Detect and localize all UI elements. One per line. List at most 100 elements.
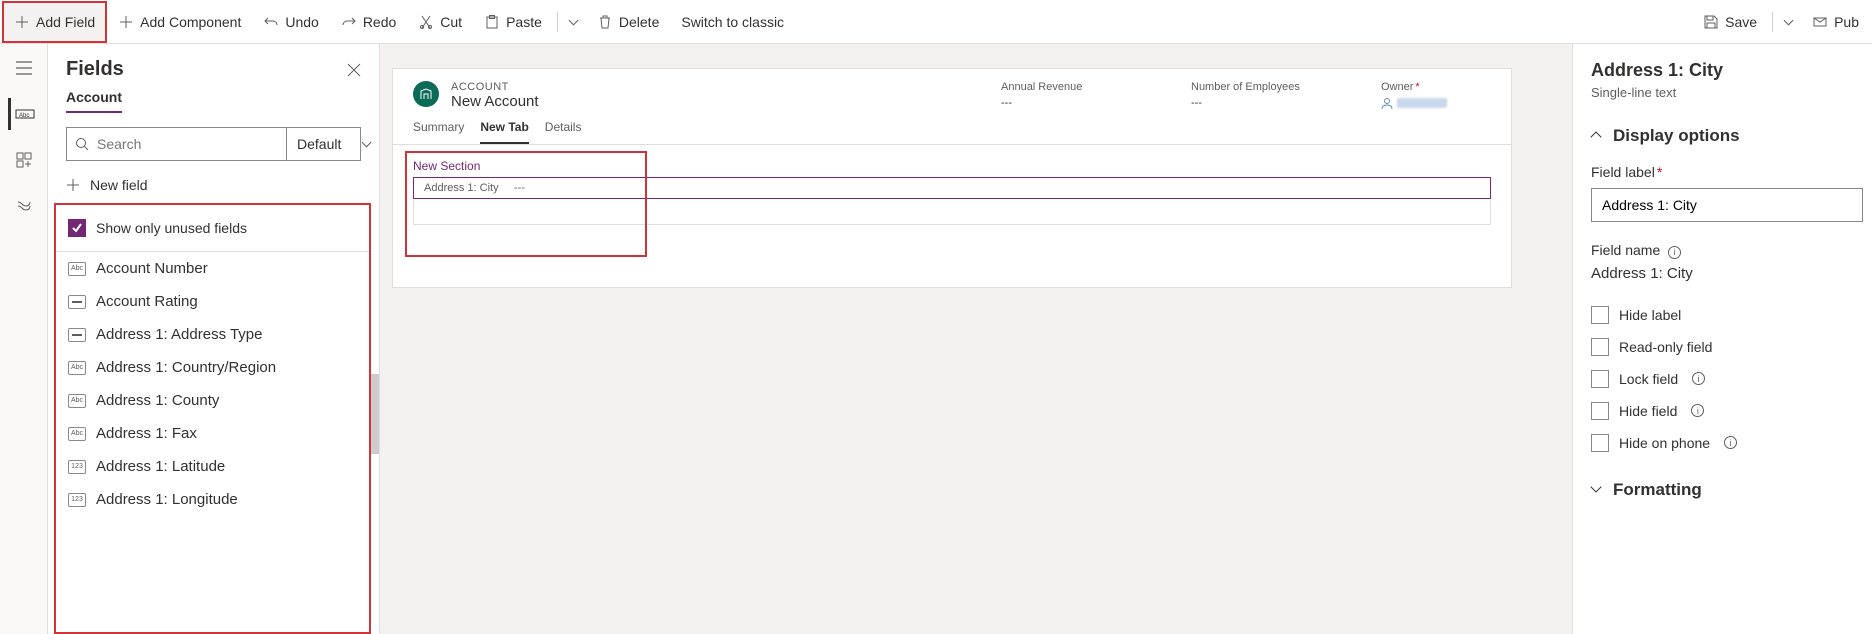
field-item[interactable]: Abc Address 1: County	[56, 384, 369, 417]
form-field-row[interactable]: Address 1: City ---	[413, 177, 1491, 199]
save-more-button[interactable]	[1777, 1, 1801, 43]
field-item-label: Address 1: Address Type	[96, 326, 263, 343]
field-item[interactable]: 123Address 1: Latitude	[56, 450, 369, 483]
rail-tree-button[interactable]	[8, 190, 40, 222]
delete-icon	[597, 14, 613, 30]
cut-button[interactable]: Cut	[407, 1, 473, 43]
rail-fields-button[interactable]: Abc	[8, 98, 40, 130]
required-star-icon: *	[1415, 81, 1419, 93]
field-item-label: Address 1: Fax	[96, 425, 197, 442]
info-icon[interactable]: i	[1692, 372, 1705, 385]
formatting-label: Formatting	[1613, 480, 1702, 500]
close-panel-button[interactable]	[347, 63, 361, 77]
hide-on-phone-checkbox[interactable]: Hide on phone i	[1591, 434, 1872, 452]
text-type-icon: Abc	[68, 394, 86, 408]
field-item[interactable]: Account Rating	[56, 285, 369, 318]
chevron-down-icon	[362, 139, 372, 149]
publish-label: Pub	[1834, 14, 1859, 30]
form-tabs: Summary New Tab Details	[393, 116, 1511, 145]
tab-summary[interactable]: Summary	[413, 120, 464, 144]
field-label-input[interactable]	[1591, 188, 1863, 222]
checkbox-icon	[1591, 402, 1609, 420]
field-item-label: Address 1: County	[96, 392, 219, 409]
paste-label: Paste	[506, 14, 542, 30]
tab-details[interactable]: Details	[545, 120, 582, 144]
header-field[interactable]: Annual Revenue ---	[1001, 81, 1111, 109]
field-item-label: Address 1: Longitude	[96, 491, 238, 508]
info-icon[interactable]: i	[1724, 436, 1737, 449]
header-field-owner[interactable]: Owner*	[1381, 81, 1491, 109]
section-drop-area[interactable]	[413, 199, 1491, 225]
plus-icon	[66, 178, 80, 192]
field-item-label: Account Rating	[96, 293, 198, 310]
search-input[interactable]	[67, 128, 286, 160]
field-item[interactable]: AbcAddress 1: Fax	[56, 417, 369, 450]
paste-more-button[interactable]	[562, 1, 586, 43]
publish-icon	[1812, 14, 1828, 30]
checkbox-icon	[1591, 434, 1609, 452]
publish-button[interactable]: Pub	[1801, 1, 1870, 43]
field-item[interactable]: AbcAddress 1: Country/Region	[56, 351, 369, 384]
rail-hamburger-button[interactable]	[8, 52, 40, 84]
lock-field-checkbox[interactable]: Lock field i	[1591, 370, 1872, 388]
field-item-label: Account Number	[96, 260, 208, 277]
field-item[interactable]: 123Address 1: Longitude	[56, 483, 369, 516]
add-component-button[interactable]: Add Component	[107, 1, 252, 43]
command-bar: Add Field Add Component Undo Redo Cut Pa…	[0, 0, 1872, 44]
owner-value-redacted	[1397, 98, 1447, 108]
info-icon[interactable]: i	[1668, 246, 1681, 259]
filter-dropdown[interactable]: Default	[286, 128, 382, 160]
panel-entity: Account	[66, 89, 122, 113]
left-rail: Abc	[0, 44, 48, 634]
display-options-label: Display options	[1613, 126, 1740, 146]
form-preview[interactable]: ACCOUNT New Account Annual Revenue --- N…	[392, 68, 1512, 288]
checkbox-icon	[1591, 306, 1609, 324]
switch-classic-button[interactable]: Switch to classic	[670, 1, 795, 43]
hide-field-checkbox[interactable]: Hide field i	[1591, 402, 1872, 420]
scrollbar-thumb[interactable]	[371, 374, 379, 454]
checkbox-icon	[1591, 370, 1609, 388]
section-title[interactable]: New Section	[413, 159, 1491, 173]
cut-label: Cut	[440, 14, 462, 30]
header-field[interactable]: Number of Employees ---	[1191, 81, 1301, 109]
add-field-label: Add Field	[36, 14, 95, 30]
new-field-button[interactable]: New field	[48, 171, 379, 203]
new-field-label: New field	[90, 177, 148, 193]
field-item[interactable]: AbcAccount Number	[56, 252, 369, 285]
display-options-toggle[interactable]: Display options	[1591, 120, 1872, 152]
field-item[interactable]: Address 1: Address Type	[56, 318, 369, 351]
delete-button[interactable]: Delete	[586, 1, 670, 43]
section-container[interactable]: New Section Address 1: City ---	[393, 145, 1511, 233]
props-subtitle: Single-line text	[1591, 85, 1872, 100]
show-unused-label: Show only unused fields	[96, 220, 247, 236]
separator	[557, 12, 558, 32]
header-field-value: ---	[1001, 97, 1111, 109]
save-button[interactable]: Save	[1692, 1, 1768, 43]
checkbox-icon	[1591, 338, 1609, 356]
svg-text:Abc: Abc	[19, 113, 29, 119]
props-title: Address 1: City	[1591, 60, 1872, 81]
redo-button[interactable]: Redo	[330, 1, 407, 43]
formatting-toggle[interactable]: Formatting	[1591, 474, 1872, 506]
paste-button[interactable]: Paste	[473, 1, 553, 43]
fields-list-highlight: Show only unused fields AbcAccount Numbe…	[54, 203, 371, 634]
tab-new-tab[interactable]: New Tab	[480, 120, 528, 144]
read-only-checkbox[interactable]: Read-only field	[1591, 338, 1872, 356]
undo-button[interactable]: Undo	[252, 1, 329, 43]
required-star-icon: *	[1657, 164, 1662, 180]
hide-label-checkbox[interactable]: Hide label	[1591, 306, 1872, 324]
fields-panel: Fields Account Default New field	[48, 44, 380, 634]
properties-panel: Address 1: City Single-line text Display…	[1572, 44, 1872, 634]
filter-value: Default	[297, 136, 341, 152]
info-icon[interactable]: i	[1691, 404, 1704, 417]
redo-icon	[341, 14, 357, 30]
header-field-value: ---	[1191, 97, 1301, 109]
show-unused-toggle[interactable]: Show only unused fields	[56, 205, 369, 252]
undo-label: Undo	[285, 14, 318, 30]
checkbox-checked-icon	[68, 219, 86, 237]
rail-components-button[interactable]	[8, 144, 40, 176]
plus-icon	[14, 14, 30, 30]
undo-icon	[263, 14, 279, 30]
field-name-caption: Field name i	[1591, 242, 1872, 259]
add-field-button[interactable]: Add Field	[2, 1, 107, 43]
